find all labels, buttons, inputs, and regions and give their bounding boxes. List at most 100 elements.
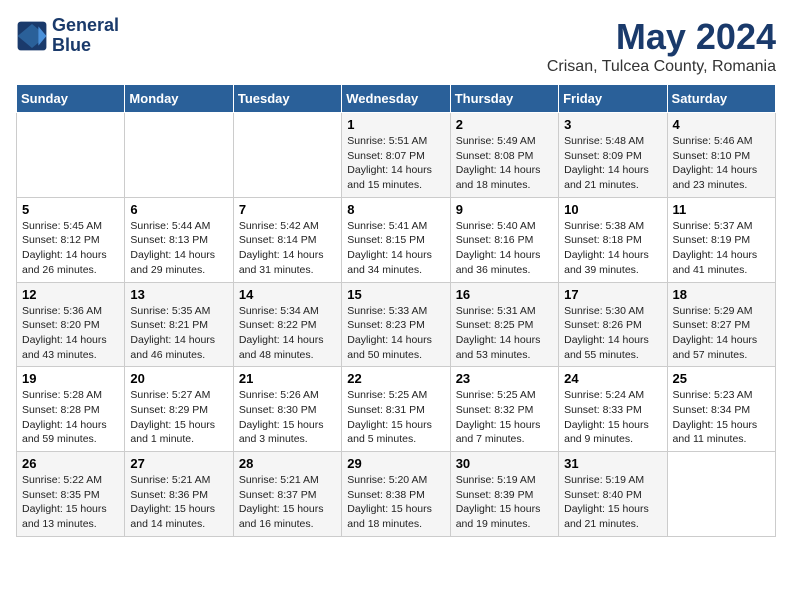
calendar-cell: 13 Sunrise: 5:35 AM Sunset: 8:21 PM Dayli… [125,282,233,367]
day-number: 10 [564,202,661,217]
calendar-cell [667,452,775,537]
col-sunday: Sunday [17,85,125,113]
col-saturday: Saturday [667,85,775,113]
day-number: 6 [130,202,227,217]
day-number: 26 [22,456,119,471]
calendar-cell: 8 Sunrise: 5:41 AM Sunset: 8:15 PM Daylig… [342,197,450,282]
calendar-cell: 9 Sunrise: 5:40 AM Sunset: 8:16 PM Daylig… [450,197,558,282]
calendar-cell: 1 Sunrise: 5:51 AM Sunset: 8:07 PM Daylig… [342,113,450,198]
header-row: Sunday Monday Tuesday Wednesday Thursday… [17,85,776,113]
day-number: 7 [239,202,336,217]
calendar-cell: 18Sunrise: 5:29 AM Sunset: 8:27 PM Dayli… [667,282,775,367]
day-detail: Sunrise: 5:28 AM Sunset: 8:28 PM Dayligh… [22,388,119,447]
calendar-cell: 10 Sunrise: 5:38 AM Sunset: 8:18 PM Dayli… [559,197,667,282]
calendar-cell: 7Sunrise: 5:42 AM Sunset: 8:14 PM Daylig… [233,197,341,282]
calendar-cell: 21Sunrise: 5:26 AM Sunset: 8:30 PM Dayli… [233,367,341,452]
day-detail: Sunrise: 5:48 AM Sunset: 8:09 PM Dayligh… [564,134,661,193]
day-detail: Sunrise: 5:25 AM Sunset: 8:32 PM Dayligh… [456,388,553,447]
day-number: 14 [239,287,336,302]
day-detail: Sunrise: 5:23 AM Sunset: 8:34 PM Dayligh… [673,388,770,447]
day-number: 22 [347,371,444,386]
col-tuesday: Tuesday [233,85,341,113]
day-number: 24 [564,371,661,386]
day-number: 17 [564,287,661,302]
day-detail: Sunrise: 5:46 AM Sunset: 8:10 PM Dayligh… [673,134,770,193]
day-detail: Sunrise: 5:41 AM Sunset: 8:15 PM Dayligh… [347,219,444,278]
calendar-cell: 4 Sunrise: 5:46 AM Sunset: 8:10 PM Daylig… [667,113,775,198]
calendar-cell: 24 Sunrise: 5:24 AM Sunset: 8:33 PM Dayli… [559,367,667,452]
day-number: 30 [456,456,553,471]
calendar-cell: 14Sunrise: 5:34 AM Sunset: 8:22 PM Dayli… [233,282,341,367]
day-number: 29 [347,456,444,471]
calendar-cell: 11Sunrise: 5:37 AM Sunset: 8:19 PM Dayli… [667,197,775,282]
calendar-cell: 20 Sunrise: 5:27 AM Sunset: 8:29 PM Dayli… [125,367,233,452]
logo-icon [16,20,48,52]
day-detail: Sunrise: 5:45 AM Sunset: 8:12 PM Dayligh… [22,219,119,278]
day-number: 13 [130,287,227,302]
day-number: 23 [456,371,553,386]
day-number: 3 [564,117,661,132]
title-area: May 2024 Crisan, Tulcea County, Romania [547,16,776,76]
calendar-cell: 3 Sunrise: 5:48 AM Sunset: 8:09 PM Daylig… [559,113,667,198]
calendar-cell: 2Sunrise: 5:49 AM Sunset: 8:08 PM Daylig… [450,113,558,198]
calendar-cell: 5 Sunrise: 5:45 AM Sunset: 8:12 PM Daylig… [17,197,125,282]
day-detail: Sunrise: 5:31 AM Sunset: 8:25 PM Dayligh… [456,304,553,363]
day-detail: Sunrise: 5:29 AM Sunset: 8:27 PM Dayligh… [673,304,770,363]
page-header: General Blue May 2024 Crisan, Tulcea Cou… [16,16,776,76]
day-detail: Sunrise: 5:27 AM Sunset: 8:29 PM Dayligh… [130,388,227,447]
day-detail: Sunrise: 5:38 AM Sunset: 8:18 PM Dayligh… [564,219,661,278]
day-detail: Sunrise: 5:22 AM Sunset: 8:35 PM Dayligh… [22,473,119,532]
day-number: 8 [347,202,444,217]
calendar-cell: 15 Sunrise: 5:33 AM Sunset: 8:23 PM Dayli… [342,282,450,367]
calendar-cell: 23 Sunrise: 5:25 AM Sunset: 8:32 PM Dayli… [450,367,558,452]
calendar-week-3: 12Sunrise: 5:36 AM Sunset: 8:20 PM Dayli… [17,282,776,367]
day-detail: Sunrise: 5:30 AM Sunset: 8:26 PM Dayligh… [564,304,661,363]
calendar-week-5: 26 Sunrise: 5:22 AM Sunset: 8:35 PM Dayli… [17,452,776,537]
calendar-cell: 6Sunrise: 5:44 AM Sunset: 8:13 PM Daylig… [125,197,233,282]
day-detail: Sunrise: 5:40 AM Sunset: 8:16 PM Dayligh… [456,219,553,278]
calendar-cell: 29 Sunrise: 5:20 AM Sunset: 8:38 PM Dayli… [342,452,450,537]
day-number: 31 [564,456,661,471]
day-detail: Sunrise: 5:36 AM Sunset: 8:20 PM Dayligh… [22,304,119,363]
day-number: 11 [673,202,770,217]
col-friday: Friday [559,85,667,113]
day-detail: Sunrise: 5:24 AM Sunset: 8:33 PM Dayligh… [564,388,661,447]
calendar-cell [17,113,125,198]
day-number: 9 [456,202,553,217]
calendar-cell: 28 Sunrise: 5:21 AM Sunset: 8:37 PM Dayli… [233,452,341,537]
calendar-cell: 26 Sunrise: 5:22 AM Sunset: 8:35 PM Dayli… [17,452,125,537]
day-detail: Sunrise: 5:33 AM Sunset: 8:23 PM Dayligh… [347,304,444,363]
logo: General Blue [16,16,119,56]
calendar-cell: 30Sunrise: 5:19 AM Sunset: 8:39 PM Dayli… [450,452,558,537]
main-title: May 2024 [547,16,776,58]
day-number: 20 [130,371,227,386]
calendar-cell: 16 Sunrise: 5:31 AM Sunset: 8:25 PM Dayli… [450,282,558,367]
day-number: 2 [456,117,553,132]
calendar-cell: 25 Sunrise: 5:23 AM Sunset: 8:34 PM Dayli… [667,367,775,452]
calendar-table: Sunday Monday Tuesday Wednesday Thursday… [16,84,776,537]
day-detail: Sunrise: 5:21 AM Sunset: 8:37 PM Dayligh… [239,473,336,532]
calendar-cell: 17 Sunrise: 5:30 AM Sunset: 8:26 PM Dayli… [559,282,667,367]
day-detail: Sunrise: 5:20 AM Sunset: 8:38 PM Dayligh… [347,473,444,532]
calendar-cell: 27Sunrise: 5:21 AM Sunset: 8:36 PM Dayli… [125,452,233,537]
day-detail: Sunrise: 5:51 AM Sunset: 8:07 PM Dayligh… [347,134,444,193]
day-number: 4 [673,117,770,132]
day-number: 16 [456,287,553,302]
day-detail: Sunrise: 5:35 AM Sunset: 8:21 PM Dayligh… [130,304,227,363]
logo-text: General Blue [52,16,119,56]
day-detail: Sunrise: 5:19 AM Sunset: 8:40 PM Dayligh… [564,473,661,532]
day-number: 28 [239,456,336,471]
calendar-week-1: 1 Sunrise: 5:51 AM Sunset: 8:07 PM Daylig… [17,113,776,198]
col-wednesday: Wednesday [342,85,450,113]
calendar-cell [125,113,233,198]
day-number: 19 [22,371,119,386]
subtitle: Crisan, Tulcea County, Romania [547,58,776,76]
day-number: 25 [673,371,770,386]
calendar-week-2: 5 Sunrise: 5:45 AM Sunset: 8:12 PM Daylig… [17,197,776,282]
day-number: 15 [347,287,444,302]
day-number: 1 [347,117,444,132]
day-number: 5 [22,202,119,217]
calendar-cell: 12Sunrise: 5:36 AM Sunset: 8:20 PM Dayli… [17,282,125,367]
day-number: 21 [239,371,336,386]
calendar-cell [233,113,341,198]
